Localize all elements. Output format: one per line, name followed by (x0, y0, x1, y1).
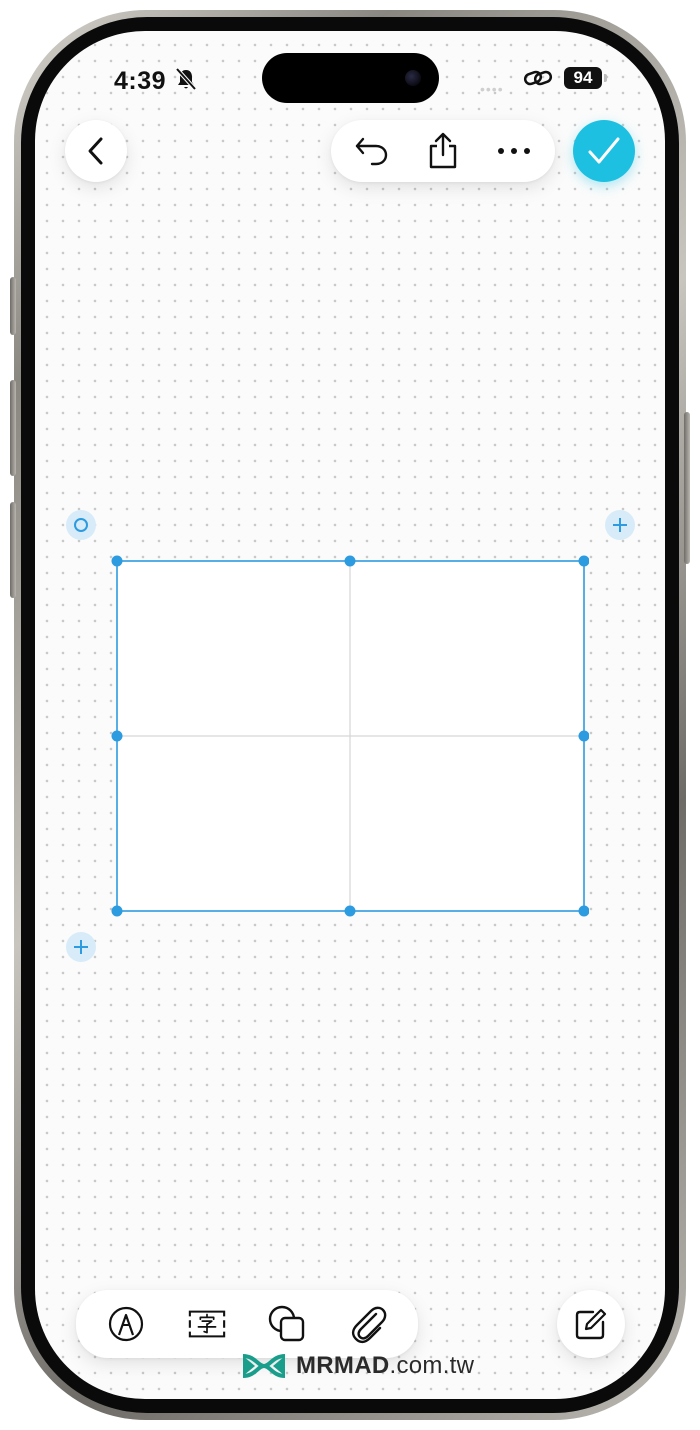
resize-handle[interactable] (344, 555, 356, 567)
volume-down-button (10, 502, 16, 598)
shapes-button[interactable] (267, 1304, 307, 1344)
dynamic-island (262, 53, 439, 103)
table-cell[interactable] (117, 736, 350, 911)
action-button (10, 277, 16, 335)
table-cell[interactable] (350, 736, 584, 911)
share-button[interactable] (423, 131, 463, 171)
pen-tool-icon (109, 1306, 144, 1342)
undo-icon (356, 137, 388, 166)
link-icon (523, 70, 553, 86)
checkmark-icon (588, 137, 620, 164)
table-cell[interactable] (350, 561, 584, 736)
watermark-text: MRMAD.com.tw (296, 1352, 474, 1380)
table-select-handle[interactable] (66, 510, 96, 540)
watermark: MRMAD.com.tw (240, 1351, 474, 1381)
text-box-button[interactable] (187, 1304, 227, 1344)
table-cell[interactable] (117, 561, 350, 736)
signal-indicator: •••• (480, 81, 504, 97)
compose-icon (575, 1308, 607, 1340)
watermark-domain: .com.tw (389, 1352, 475, 1379)
more-button[interactable] (494, 131, 534, 171)
pen-tool-button[interactable] (106, 1304, 146, 1344)
battery-level: 94 (564, 67, 602, 89)
add-row-button[interactable] (66, 932, 96, 962)
table[interactable] (105, 551, 589, 921)
undo-button[interactable] (352, 131, 392, 171)
circle-icon (74, 518, 88, 532)
action-toolbar (331, 120, 555, 182)
screen: 4:39 •••• 94 MRMAD.com.tw (35, 31, 665, 1399)
resize-handle[interactable] (111, 555, 123, 567)
resize-handle[interactable] (111, 730, 123, 742)
share-icon (429, 132, 457, 169)
tools-toolbar (76, 1290, 418, 1358)
back-button[interactable] (65, 120, 127, 182)
resize-handle[interactable] (344, 905, 356, 917)
plus-icon (613, 518, 627, 532)
battery-tip (604, 74, 607, 82)
ellipsis-icon (497, 148, 530, 154)
done-button[interactable] (573, 120, 635, 182)
attachment-button[interactable] (348, 1304, 388, 1344)
resize-handle[interactable] (578, 905, 590, 917)
resize-handle[interactable] (578, 555, 590, 567)
text-box-icon (188, 1310, 225, 1338)
add-column-button[interactable] (605, 510, 635, 540)
front-camera (405, 70, 421, 86)
resize-handle[interactable] (111, 905, 123, 917)
power-button (684, 412, 690, 564)
volume-up-button (10, 380, 16, 476)
chevron-left-icon (88, 137, 103, 165)
shapes-icon (269, 1305, 305, 1342)
mrmad-logo-icon (242, 1354, 286, 1378)
plus-icon (74, 940, 88, 954)
status-time: 4:39 (114, 67, 167, 95)
watermark-brand: MRMAD (296, 1352, 390, 1379)
attachment-icon (351, 1306, 387, 1344)
resize-handle[interactable] (578, 730, 590, 742)
compose-button[interactable] (557, 1290, 625, 1358)
bell-slash-icon (175, 67, 197, 91)
